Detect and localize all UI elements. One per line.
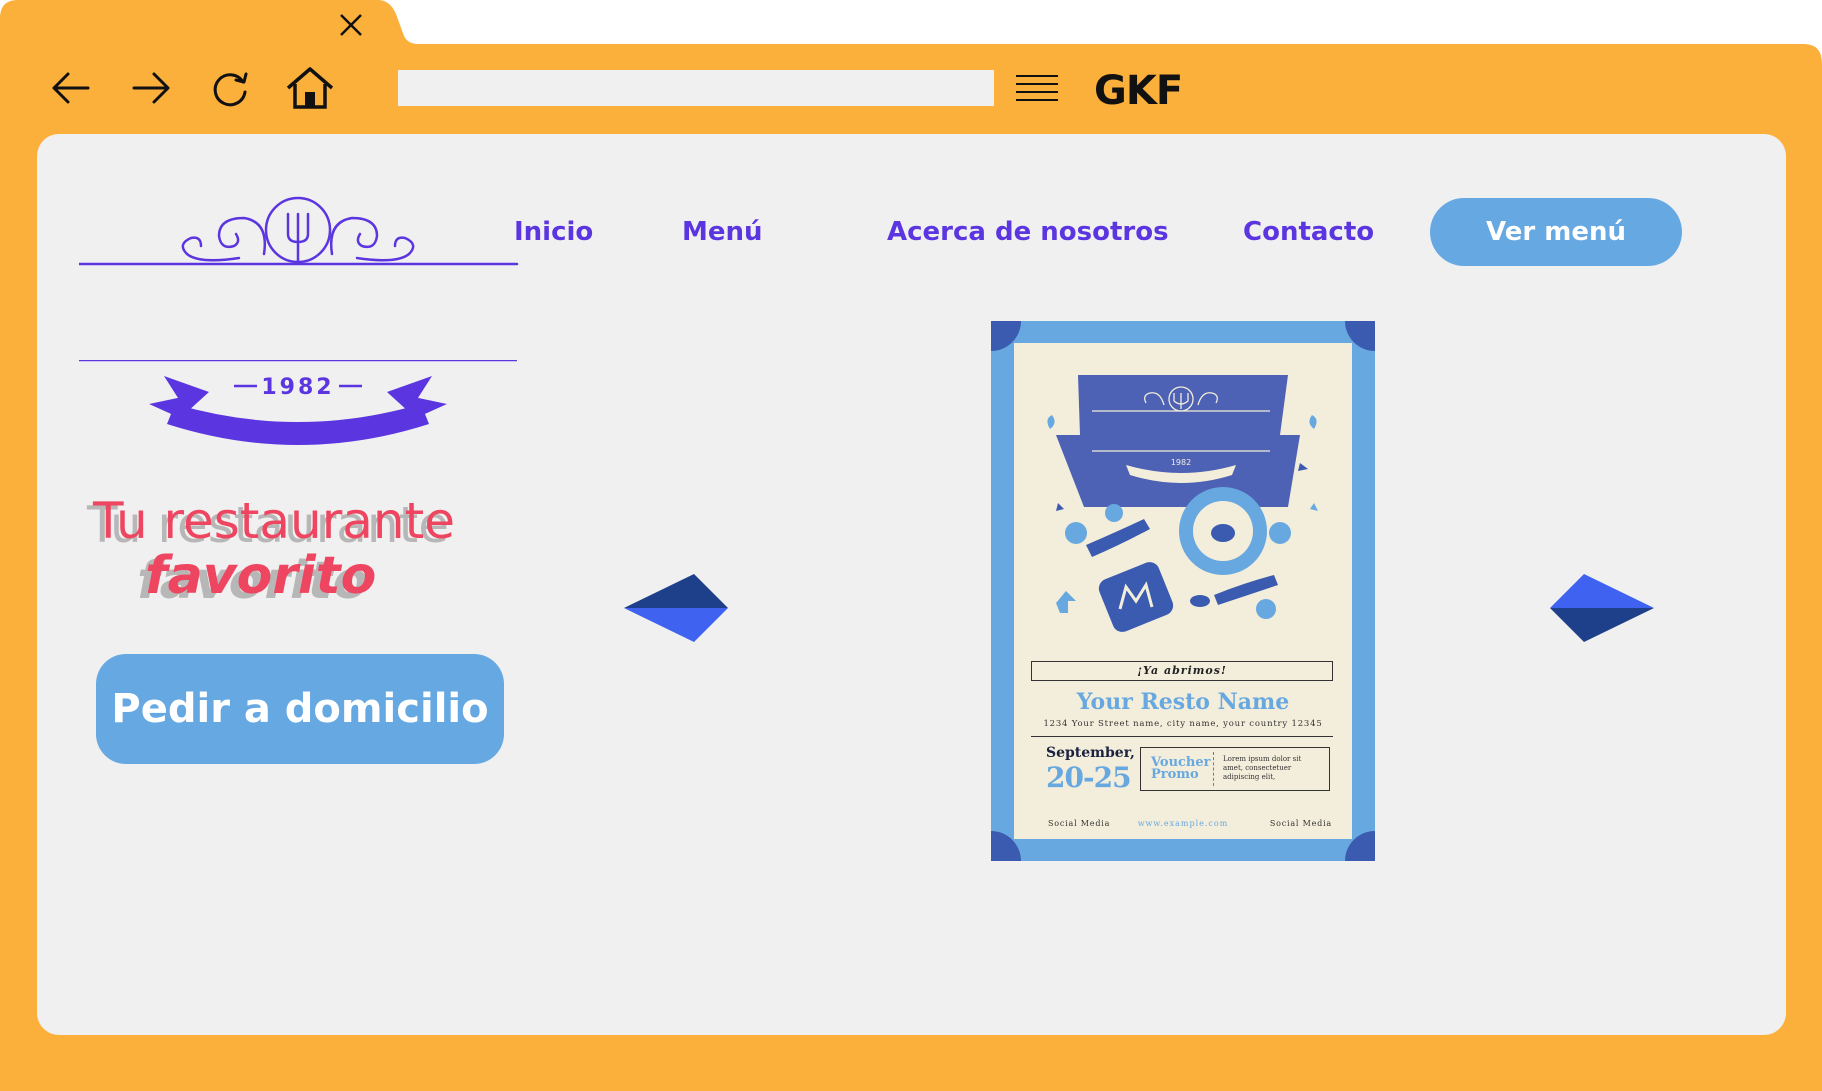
flyer-social-right: Social Media [1269, 819, 1332, 828]
carousel-next-arrow-icon[interactable] [1550, 574, 1658, 644]
home-icon [286, 67, 334, 109]
flyer-lorem-line3: adipiscing elit, [1223, 773, 1276, 781]
flyer-card: 1982 ¡Ya abrimos! Your Resto Name 1234 Y… [1014, 343, 1352, 839]
flyer-lorem-line1: Lorem ipsum dolor sit [1223, 755, 1302, 763]
flyer-resto-name: Your Resto Name [1076, 689, 1290, 715]
order-delivery-button[interactable]: Pedir a domicilio [96, 654, 504, 764]
back-button[interactable] [44, 62, 96, 114]
flyer-dates: 20-25 [1046, 761, 1132, 794]
reload-button[interactable] [204, 62, 256, 114]
nav-menu[interactable]: Menú [682, 212, 763, 252]
back-arrow-icon [52, 72, 90, 104]
nav-contacto[interactable]: Contacto [1243, 212, 1374, 252]
restaurant-logo-ornament [79, 196, 519, 266]
flyer-month: September, [1046, 745, 1135, 761]
flyer-divider [1031, 736, 1333, 737]
ver-menu-button[interactable]: Ver menú [1430, 198, 1682, 266]
hero-headline: Tu restaurante Tu restaurante favorito f… [87, 492, 507, 609]
flyer-illustration: 1982 [1047, 375, 1318, 632]
nav-acerca[interactable]: Acerca de nosotros [887, 212, 1169, 252]
nav-inicio[interactable]: Inicio [514, 212, 593, 252]
address-bar[interactable] [398, 70, 994, 106]
flyer-voucher-box: Voucher Promo Lorem ipsum dolor sit amet… [1140, 747, 1330, 791]
home-button[interactable] [284, 62, 336, 114]
flyer-address: 1234 Your Street name, city name, your c… [1043, 719, 1323, 729]
reload-icon [213, 72, 248, 107]
page-viewport: 1982 Inicio Menú Acerca de nosotros Cont… [37, 134, 1786, 1035]
carousel-prev-arrow-icon[interactable] [624, 574, 732, 644]
restaurant-logo-banner: 1982 [79, 360, 517, 445]
flyer-lorem-line2: amet, consectetuer [1223, 764, 1292, 772]
menu-flyer-image[interactable]: 1982 ¡Ya abrimos! Your Resto Name 1234 Y… [991, 321, 1375, 861]
flyer-opening: ¡Ya abrimos! [1031, 661, 1333, 681]
flyer-voucher-line2: Promo [1151, 767, 1199, 782]
headline-line1: Tu restaurante [93, 492, 455, 550]
brand-logo[interactable]: GKF [1094, 66, 1183, 116]
logo-year: 1982 [261, 375, 334, 400]
hamburger-menu-icon[interactable] [1012, 72, 1062, 108]
forward-button[interactable] [126, 62, 178, 114]
flyer-year: 1982 [1171, 458, 1191, 467]
close-icon [340, 14, 362, 36]
flyer-voucher-dash [1213, 752, 1214, 786]
forward-arrow-icon [132, 72, 170, 104]
close-tab-button[interactable] [334, 8, 368, 42]
headline-line2: favorito [145, 546, 377, 606]
